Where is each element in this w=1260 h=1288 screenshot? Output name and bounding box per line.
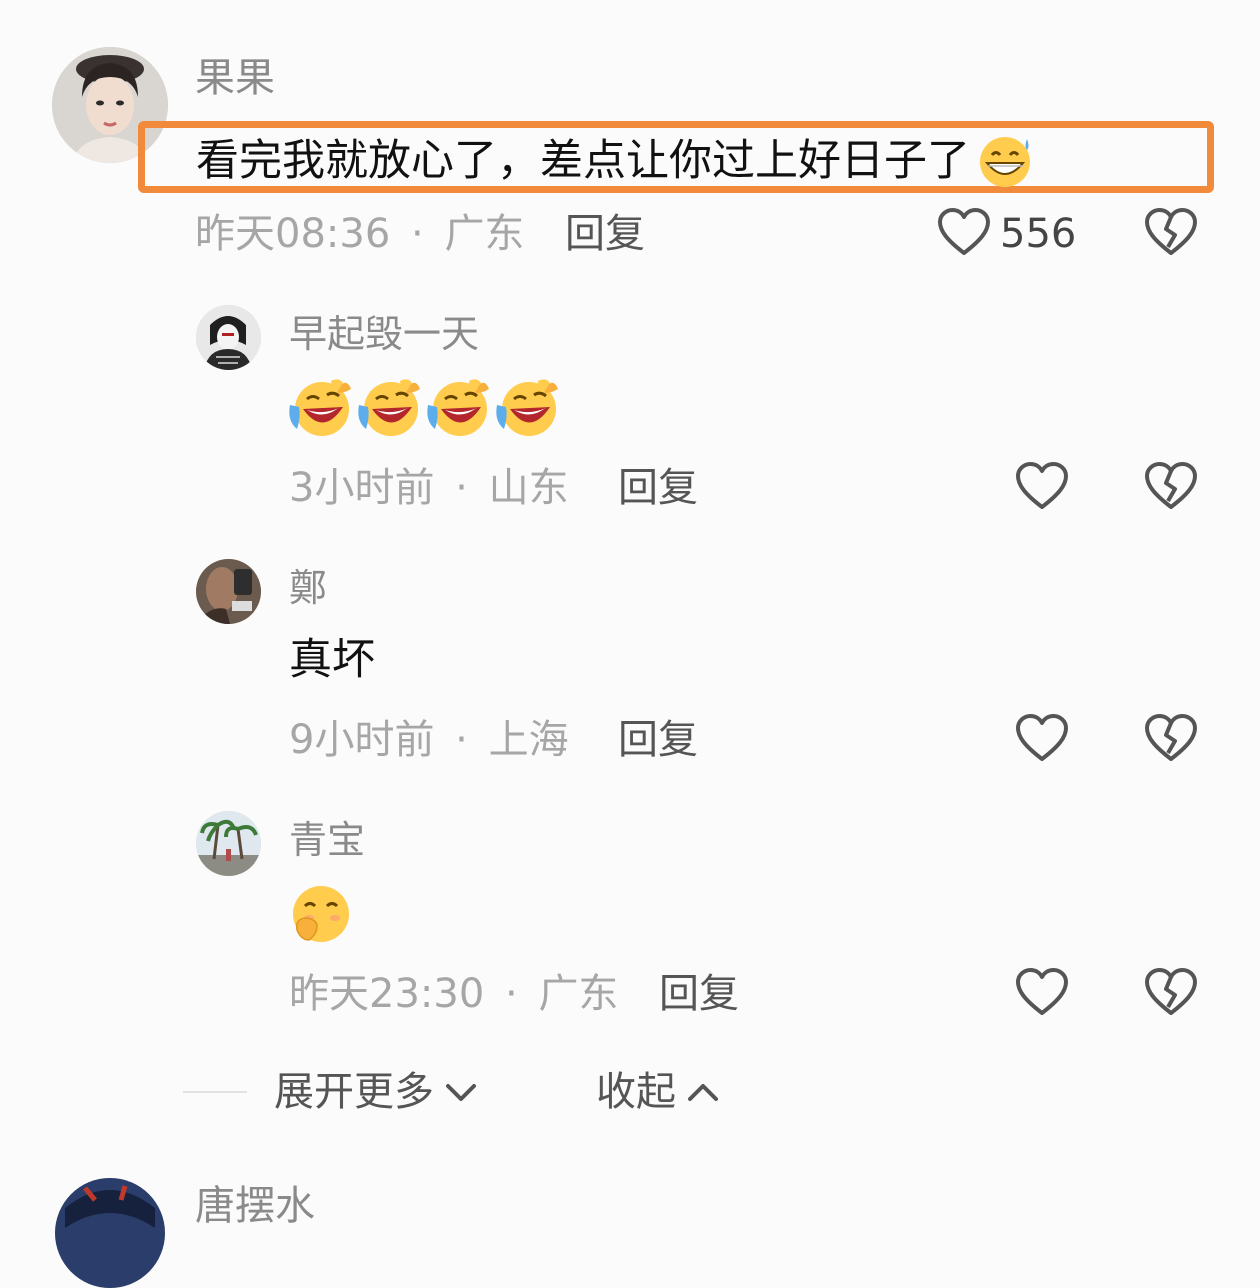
laughing-crying-emoji [287,375,353,439]
comment-username[interactable]: 唐摆水 [195,1186,315,1226]
avatar[interactable] [55,1178,165,1288]
broken-heart-icon[interactable] [1144,713,1198,763]
expand-more-button[interactable]: 展开更多 [274,1072,478,1112]
reply-location: 山东 [488,465,569,511]
heart-icon[interactable] [1015,713,1069,763]
divider [183,1091,247,1093]
comment-meta: 昨天08:36 · 广东 [195,214,524,254]
grinning-sweat-emoji [972,133,1038,189]
giggle-cover-mouth-emoji [287,882,355,946]
collapse-label: 收起 [596,1069,676,1115]
reply-username[interactable]: 早起毁一天 [289,315,479,353]
reply-username[interactable]: 青宝 [289,821,365,859]
chevron-up-icon [686,1080,720,1104]
comment-text: 看完我就放心了，差点让你过上好日子了 [196,133,1038,189]
laughing-crying-emoji [425,375,491,439]
expand-more-label: 展开更多 [274,1069,434,1115]
comment-location: 广东 [444,211,525,257]
meta-separator: · [505,971,518,1017]
reply-meta: 3小时前 · 山东 [289,468,569,508]
reply-username[interactable]: 鄭 [289,569,327,607]
meta-separator: · [455,717,468,763]
reply-emoji-row [287,375,560,439]
meta-separator: · [455,465,468,511]
reply-text: 真坏 [289,635,375,685]
broken-heart-icon[interactable] [1144,207,1198,257]
reply-button[interactable]: 回复 [659,974,739,1014]
heart-icon[interactable] [1015,461,1069,511]
collapse-button[interactable]: 收起 [596,1072,720,1112]
reply-meta: 昨天23:30 · 广东 [289,974,618,1014]
comment-username[interactable]: 果果 [195,58,275,98]
laughing-crying-emoji [356,375,422,439]
reply-time: 3小时前 [289,465,435,511]
broken-heart-icon[interactable] [1144,967,1198,1017]
reply-button[interactable]: 回复 [618,468,698,508]
reply-meta: 9小时前 · 上海 [289,720,569,760]
comment-text-content: 看完我就放心了，差点让你过上好日子了 [196,135,970,186]
chevron-down-icon [444,1080,478,1104]
laughing-crying-emoji [494,375,560,439]
heart-icon[interactable] [1015,967,1069,1017]
reply-button[interactable]: 回复 [618,720,698,760]
reply-time: 9小时前 [289,717,435,763]
broken-heart-icon[interactable] [1144,461,1198,511]
comment-time: 昨天08:36 [195,211,391,257]
reply-location: 上海 [488,717,569,763]
like-count: 556 [1000,211,1077,257]
avatar[interactable] [196,305,261,370]
meta-separator: · [411,211,424,257]
heart-icon[interactable] [937,207,991,257]
reply-button[interactable]: 回复 [565,214,645,254]
avatar[interactable] [196,559,261,624]
reply-time: 昨天23:30 [289,971,485,1017]
reply-location: 广东 [538,971,619,1017]
avatar[interactable] [196,811,261,876]
